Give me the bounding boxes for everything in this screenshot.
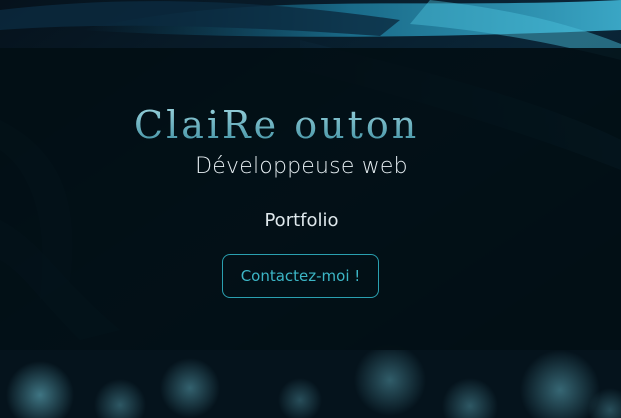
job-title: Développeuse web bbox=[195, 154, 408, 179]
hero-panel bbox=[0, 48, 621, 350]
portfolio-link[interactable]: Portfolio bbox=[0, 210, 603, 231]
contact-button[interactable]: Contactez-moi ! bbox=[222, 254, 379, 298]
logo-text: ClaiRe outon bbox=[134, 103, 419, 147]
logo: ClaiRe outon bbox=[130, 98, 470, 150]
